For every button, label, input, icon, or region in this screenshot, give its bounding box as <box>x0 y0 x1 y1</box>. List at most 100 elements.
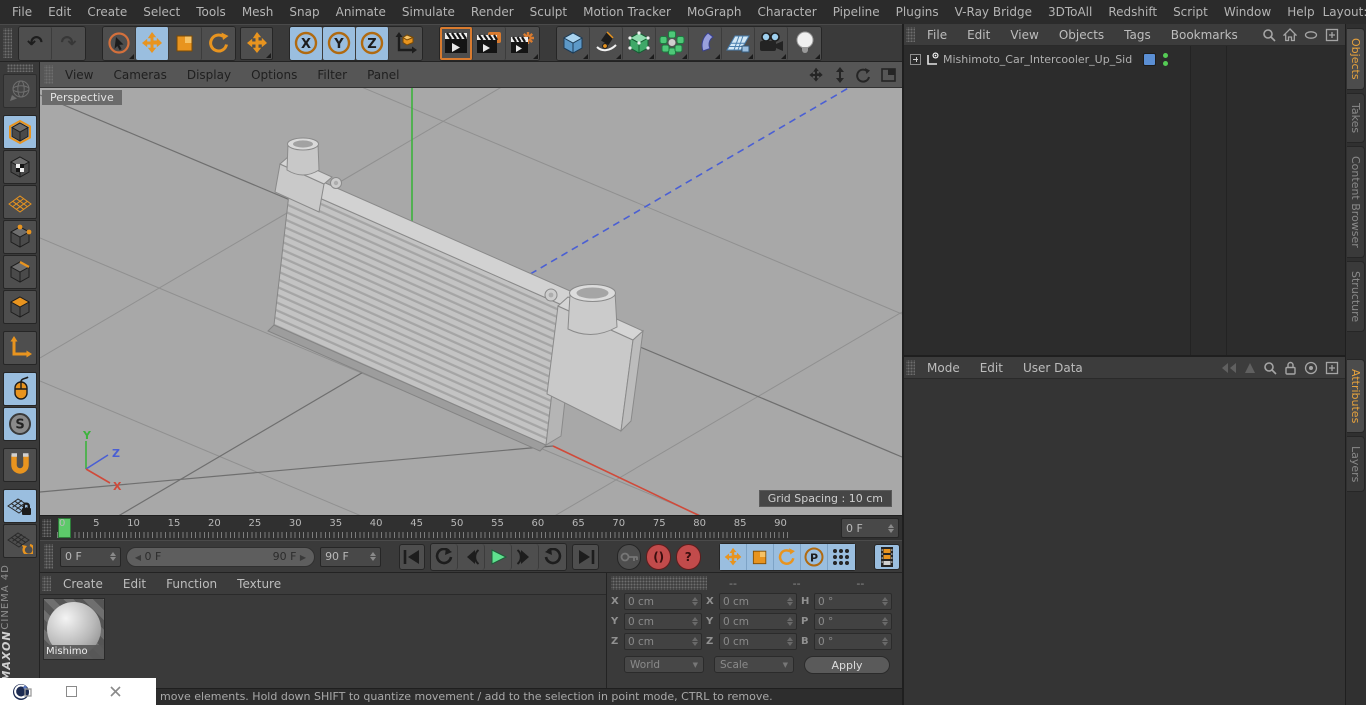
tab-structure[interactable]: Structure <box>1347 261 1365 332</box>
tab-takes[interactable]: Takes <box>1347 93 1365 143</box>
object-row[interactable]: Mishimoto_Car_Intercooler_Up_Side_Pipes_… <box>904 48 1345 70</box>
viewport-menu-item[interactable]: Cameras <box>103 66 176 84</box>
home-icon[interactable] <box>1283 28 1297 42</box>
viewport-menu-item[interactable]: View <box>55 66 103 84</box>
viewport-menu-item[interactable]: Display <box>177 66 241 84</box>
points-mode-button[interactable] <box>3 220 37 254</box>
current-frame-field[interactable]: 0 F <box>841 518 899 538</box>
menu-item[interactable]: 3DToAll <box>1040 3 1100 21</box>
menu-item[interactable]: Animate <box>328 3 394 21</box>
range-start-field[interactable]: 0 F <box>60 547 121 567</box>
toggle-view-button[interactable] <box>876 65 900 85</box>
menu-item[interactable]: V-Ray Bridge <box>947 3 1040 21</box>
rotation-field[interactable]: 0 ° <box>814 633 892 650</box>
object-name[interactable]: Mishimoto_Car_Intercooler_Up_Side_Pipes_… <box>943 53 1133 66</box>
menu-item[interactable]: Script <box>1165 3 1216 21</box>
viewport-menu-item[interactable]: Panel <box>357 66 409 84</box>
play-forward-button[interactable] <box>485 544 512 570</box>
tweak-mode-button[interactable] <box>3 372 37 406</box>
goto-end-button[interactable] <box>572 544 598 570</box>
object-tree[interactable]: Mishimoto_Car_Intercooler_Up_Side_Pipes_… <box>904 46 1345 355</box>
tab-content-browser[interactable]: Content Browser <box>1347 146 1365 258</box>
record-key-button[interactable] <box>617 544 642 570</box>
layer-color-swatch[interactable] <box>1143 53 1156 66</box>
menu-item[interactable]: Render <box>463 3 522 21</box>
rotate-view-button[interactable] <box>852 65 876 85</box>
menu-item[interactable]: Help <box>1279 3 1322 21</box>
make-editable-button[interactable] <box>3 74 37 108</box>
search-icon[interactable] <box>1262 28 1276 42</box>
cinema4d-logo-icon[interactable] <box>12 682 32 702</box>
coordinate-mode-dropdown[interactable]: Scale▼ <box>714 656 794 673</box>
keyframe-scale-toggle[interactable] <box>747 544 774 570</box>
viewport-menu-grip[interactable] <box>44 65 53 84</box>
coordinate-space-dropdown[interactable]: World▼ <box>624 656 704 673</box>
spinner-icon[interactable] <box>370 549 376 564</box>
tab-objects[interactable]: Objects <box>1347 28 1365 90</box>
enable-snap-button[interactable] <box>3 448 37 482</box>
object-menu-item[interactable]: View <box>1000 26 1048 44</box>
previous-frame-button[interactable] <box>458 544 485 570</box>
previous-key-button[interactable] <box>431 544 458 570</box>
zoom-view-button[interactable] <box>828 65 852 85</box>
spinner-icon[interactable] <box>110 549 116 564</box>
search-icon[interactable] <box>1263 361 1277 375</box>
menu-item[interactable]: Window <box>1216 3 1279 21</box>
camera-label[interactable]: Perspective <box>42 90 122 105</box>
model-mode-button[interactable] <box>3 115 37 149</box>
next-key-button[interactable] <box>539 544 566 570</box>
keyframe-position-toggle[interactable] <box>720 544 747 570</box>
attribute-menu-item[interactable]: User Data <box>1013 359 1093 377</box>
keyframe-question-button[interactable]: ? <box>676 544 701 570</box>
menu-item[interactable]: Plugins <box>888 3 947 21</box>
menu-item[interactable]: Tools <box>188 3 234 21</box>
mode-toolbar-grip[interactable] <box>7 64 33 72</box>
lock-workplane-button[interactable] <box>3 489 37 523</box>
viewport-3d-scene[interactable]: Perspective Grid Spacing : 10 cm Y Z X <box>40 88 902 515</box>
filter-oval-icon[interactable] <box>1304 30 1318 40</box>
attribute-menu-item[interactable]: Edit <box>970 359 1013 377</box>
attribute-menu-item[interactable]: Mode <box>917 359 970 377</box>
object-menu-grip[interactable] <box>906 27 915 42</box>
size-field[interactable]: 0 cm <box>719 613 797 630</box>
keyframe-parameter-toggle[interactable]: P <box>801 544 828 570</box>
position-field[interactable]: 0 cm <box>624 633 702 650</box>
menu-item[interactable]: Motion Tracker <box>575 3 679 21</box>
lock-icon[interactable] <box>1284 361 1297 375</box>
timeline-ruler[interactable]: 051015202530354045505560657075808590 <box>53 517 837 539</box>
enable-axis-button[interactable] <box>3 331 37 365</box>
add-panel-icon[interactable] <box>1325 28 1339 42</box>
menu-item[interactable]: Select <box>135 3 188 21</box>
range-end-field[interactable]: 90 F <box>320 547 381 567</box>
preview-range-slider[interactable]: ◀ 0 F 90 F ▶ <box>126 547 315 567</box>
material-menu-grip[interactable] <box>42 576 51 591</box>
target-icon[interactable] <box>1304 361 1318 375</box>
menu-item[interactable]: Character <box>749 3 824 21</box>
menu-item[interactable]: Pipeline <box>825 3 888 21</box>
keyframe-rotation-toggle[interactable] <box>774 544 801 570</box>
next-frame-button[interactable] <box>512 544 539 570</box>
coords-grip[interactable] <box>611 576 707 590</box>
material-menu-item[interactable]: Create <box>53 575 113 593</box>
playbar-grip[interactable] <box>44 544 53 569</box>
object-menu-item[interactable]: Edit <box>957 26 1000 44</box>
object-menu-item[interactable]: Tags <box>1114 26 1161 44</box>
workplane-mode-button[interactable] <box>3 185 37 219</box>
viewport-menu-item[interactable]: Options <box>241 66 307 84</box>
size-field[interactable]: 0 cm <box>719 593 797 610</box>
size-field[interactable]: 0 cm <box>719 633 797 650</box>
menu-item[interactable]: Redshift <box>1100 3 1165 21</box>
goto-start-button[interactable] <box>399 544 425 570</box>
close-icon[interactable] <box>109 685 122 698</box>
spinner-icon[interactable] <box>888 521 894 536</box>
material-menu-item[interactable]: Function <box>156 575 227 593</box>
keyframe-pla-toggle[interactable] <box>828 544 855 570</box>
object-menu-item[interactable]: Bookmarks <box>1161 26 1248 44</box>
expand-icon[interactable] <box>910 54 921 65</box>
pan-view-button[interactable] <box>804 65 828 85</box>
history-back-icon[interactable] <box>1221 362 1237 374</box>
object-menu-item[interactable]: File <box>917 26 957 44</box>
viewport-menu-item[interactable]: Filter <box>307 66 357 84</box>
viewport-solo-button[interactable]: S <box>3 407 37 441</box>
timeline-grip[interactable] <box>42 519 51 537</box>
